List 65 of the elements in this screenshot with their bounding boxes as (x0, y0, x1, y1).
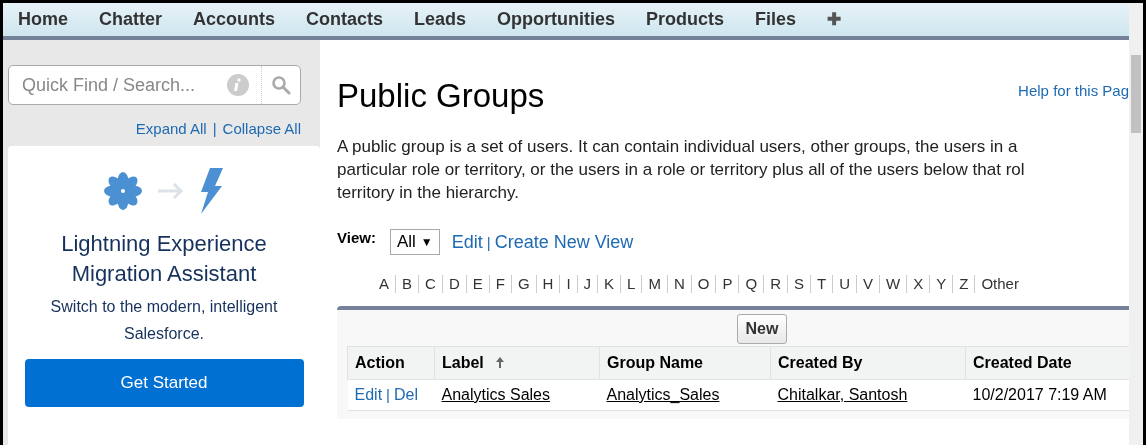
alphabet-filter-link[interactable]: G (510, 275, 536, 293)
info-icon (227, 74, 249, 96)
caret-icon: ▼ (420, 235, 433, 249)
alphabet-filter-link[interactable]: I (559, 275, 577, 293)
link-separator: | (486, 233, 491, 251)
alphabet-filter-link[interactable]: J (576, 275, 598, 293)
nav-tab[interactable]: Leads (414, 9, 467, 30)
link-separator: | (386, 386, 390, 403)
promo-title: Lightning Experience Migration Assistant (60, 230, 268, 288)
sidebar-link[interactable]: Expand All (135, 120, 207, 137)
get-started-button[interactable]: Get Started (24, 359, 304, 407)
nav-tab[interactable]: Home (18, 9, 68, 30)
alphabet-filter-link[interactable]: V (856, 275, 880, 293)
alphabet-filter-link[interactable]: W (879, 275, 907, 293)
alphabet-filter-link[interactable]: A (373, 275, 395, 293)
alphabet-filter-link[interactable]: U (832, 275, 857, 293)
view-dropdown[interactable]: All ▼ (389, 229, 440, 255)
alphabet-filter-link[interactable]: O (690, 275, 716, 293)
nav-tab[interactable]: Files (755, 9, 797, 30)
link-separator: | (212, 120, 217, 137)
nav-tab[interactable]: Opportunities (497, 9, 616, 30)
scrollbar-thumb[interactable] (1131, 55, 1141, 133)
alphabet-filter-link[interactable]: R (763, 275, 787, 293)
row-action-link[interactable]: Edit (354, 386, 383, 403)
alphabet-filter-link[interactable]: C (418, 275, 442, 293)
alphabet-filter-link[interactable]: Y (929, 275, 953, 293)
alphabet-filter-link[interactable]: N (666, 275, 691, 293)
nav-tab[interactable]: Products (646, 9, 725, 30)
alphabet-filter-link[interactable]: B (395, 275, 419, 293)
view-link[interactable]: Create New View (494, 231, 634, 253)
alphabet-filter-link[interactable]: Q (738, 275, 764, 293)
column-header[interactable]: Label (434, 346, 600, 380)
alphabet-filter-link[interactable]: P (715, 275, 739, 293)
page-title: Public Groups (337, 77, 545, 115)
nav-tab[interactable]: Contacts (306, 9, 384, 30)
nav-tab[interactable]: Accounts (193, 9, 276, 30)
alphabet-filter-link[interactable]: L (620, 275, 642, 293)
column-header[interactable]: Group Name (599, 346, 771, 380)
description-text: A public group is a set of users. It can contain individual users, other groups, the users in a particular role or territory, or the users in a role or territory plus all of the users below that rol territory in the hierarchy. (337, 136, 1026, 204)
search-field[interactable]: Quick Find / Search... (8, 65, 301, 105)
alphabet-filter-link[interactable]: H (535, 275, 560, 293)
alphabet-filter-link[interactable]: E (465, 275, 489, 293)
alphabet-filter-link[interactable]: M (641, 275, 667, 293)
alphabet-filter-link[interactable]: T (810, 275, 833, 293)
alphabet-filter-link[interactable]: Z (952, 275, 975, 293)
scrollbar[interactable] (1129, 3, 1143, 445)
alphabet-filter-link[interactable]: X (906, 275, 930, 293)
alphabet-filter-link[interactable]: D (441, 275, 466, 293)
help-link[interactable]: Help for this Pag (1018, 82, 1129, 99)
view-label: View: (337, 229, 376, 246)
view-link[interactable]: Edit (451, 231, 483, 253)
new-button[interactable]: New (736, 314, 788, 344)
column-header[interactable]: Created By (770, 346, 966, 380)
alphabet-filter-link[interactable]: S (787, 275, 810, 293)
sidebar-link[interactable]: Collapse All (222, 120, 301, 137)
alphabet-filter-link[interactable]: K (597, 275, 621, 293)
add-tab-icon[interactable]: ✚ (827, 9, 842, 30)
alphabet-filter-link[interactable]: Other (974, 275, 1025, 293)
table-cell: 10/2/2017 7:19 AM (965, 379, 1129, 411)
nav-tab[interactable]: Chatter (99, 9, 163, 30)
row-action-link[interactable]: Del (394, 386, 418, 403)
column-header[interactable]: Created Date (965, 346, 1129, 380)
alphabet-filter-link[interactable]: F (488, 275, 511, 293)
column-header[interactable]: Action (347, 346, 435, 380)
promo-text: Switch to the modern, intelligent Salesforce. (49, 297, 279, 344)
